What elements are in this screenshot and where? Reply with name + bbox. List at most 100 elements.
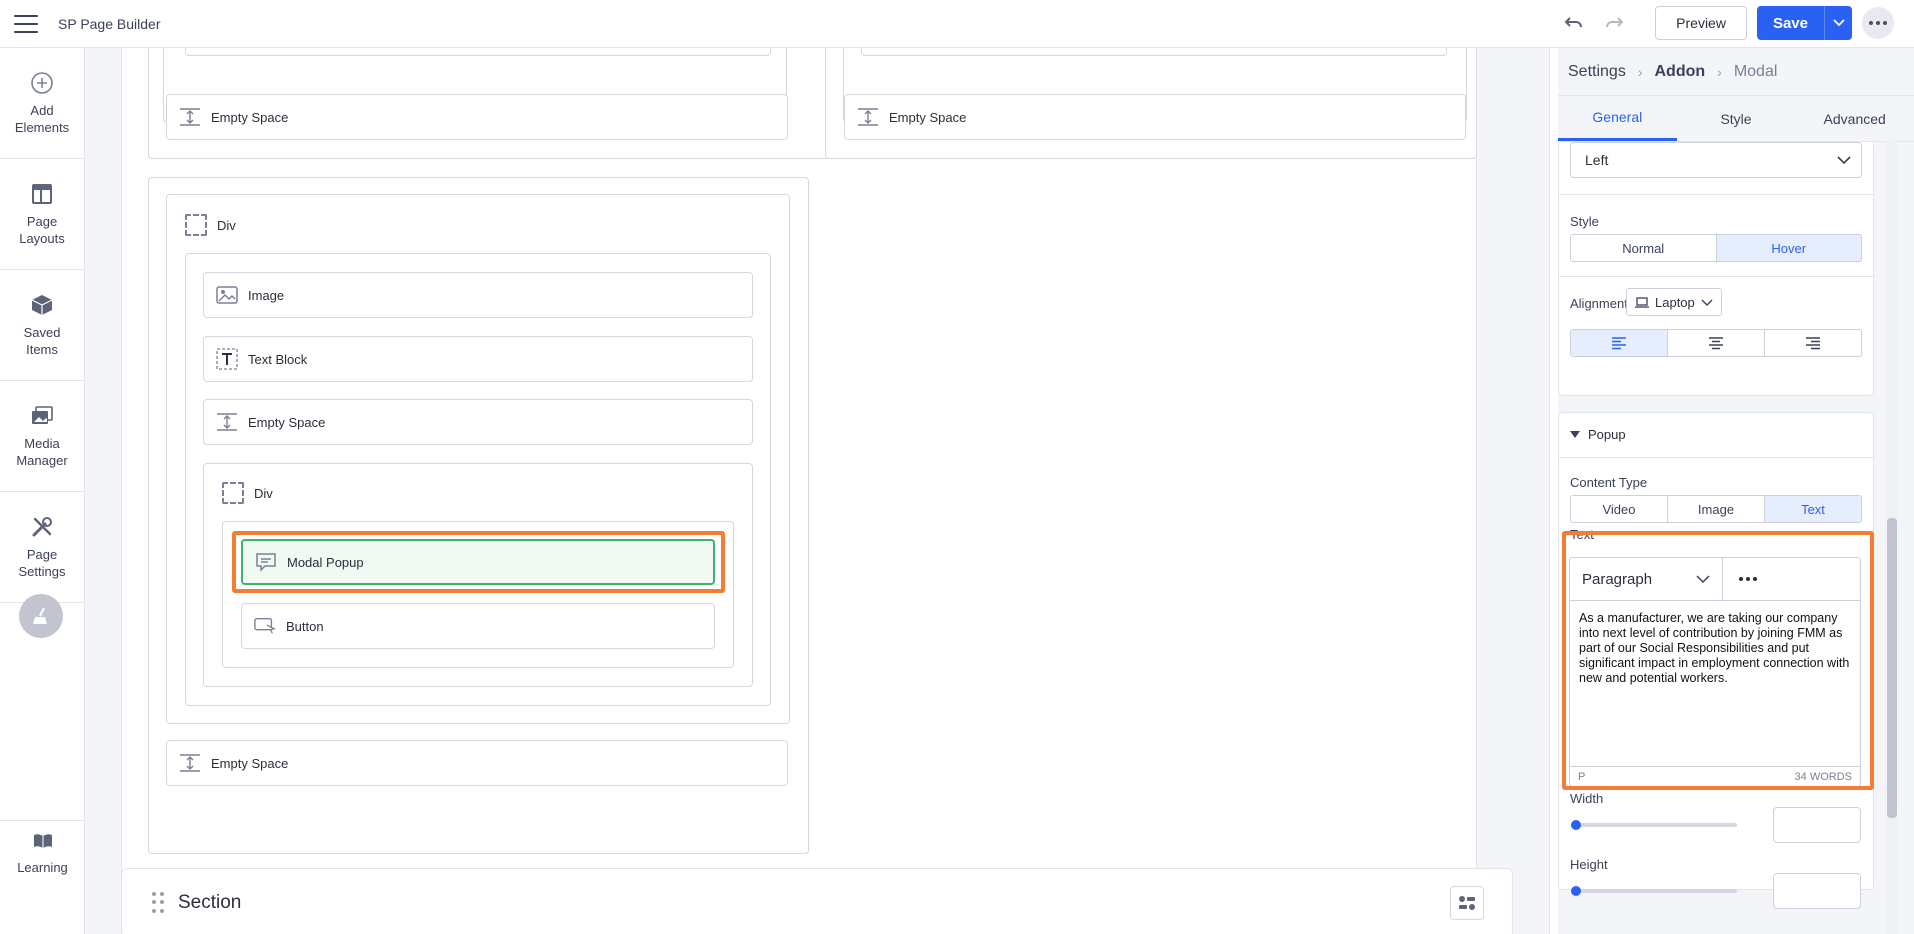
sidebar-item-label: Page Layouts — [19, 214, 65, 246]
modal-popup-icon — [255, 551, 277, 573]
left-sidebar: Add Elements Page Layouts Saved Items Me… — [0, 48, 85, 934]
chevron-down-icon — [1701, 299, 1713, 306]
element-empty-space[interactable]: Empty Space — [203, 399, 753, 445]
breadcrumb: Settings › Addon › Modal — [1558, 48, 1914, 96]
button-settings-card: Left Style Normal Hover Alignment Laptop — [1558, 142, 1875, 396]
content-type-video[interactable]: Video — [1571, 496, 1668, 522]
settings-tabs: General Style Advanced — [1558, 96, 1914, 142]
preview-button[interactable]: Preview — [1655, 6, 1747, 40]
content-type-image[interactable]: Image — [1668, 496, 1765, 522]
height-slider-handle[interactable] — [1571, 886, 1581, 896]
empty-space-icon — [179, 752, 201, 774]
builder-canvas: Empty Space Empty Space Div Image Text B… — [85, 48, 1558, 934]
app-title: SP Page Builder — [58, 15, 161, 32]
style-hover-option[interactable]: Hover — [1716, 235, 1861, 261]
more-options-icon[interactable] — [1862, 7, 1894, 39]
outer-div-label: Div — [185, 214, 236, 236]
plus-circle-icon — [29, 70, 55, 96]
element-empty-space[interactable]: Empty Space — [166, 94, 788, 140]
editor-statusbar: P 34 WORDS — [1570, 766, 1860, 786]
settings-panel: Settings › Addon › Modal General Style A… — [1558, 48, 1914, 934]
content-type-label: Content Type — [1570, 475, 1648, 490]
undo-icon[interactable] — [1563, 12, 1585, 34]
sidebar-item-label: Page Settings — [18, 547, 66, 579]
alignment-toggle — [1570, 329, 1862, 357]
section-settings-icon[interactable] — [1450, 886, 1484, 920]
hamburger-menu-icon[interactable] — [14, 14, 38, 33]
popup-section-toggle[interactable]: Popup — [1570, 427, 1626, 442]
style-label: Style — [1570, 214, 1599, 229]
redo-icon[interactable] — [1603, 12, 1625, 34]
div-dashed-icon — [185, 214, 207, 236]
breadcrumb-settings[interactable]: Settings — [1568, 63, 1626, 81]
section-header[interactable]: Section — [121, 868, 1513, 934]
editor-content[interactable]: As a manufacturer, we are taking our com… — [1570, 601, 1860, 696]
width-input[interactable] — [1773, 807, 1861, 843]
empty-space-icon — [857, 106, 879, 128]
panel-scrollbar-thumb[interactable] — [1887, 518, 1897, 818]
text-block-icon — [216, 348, 238, 370]
editor-tag-path[interactable]: P — [1578, 771, 1585, 783]
book-icon — [33, 833, 53, 852]
align-left-icon[interactable] — [1571, 330, 1668, 356]
empty-space-icon — [179, 106, 201, 128]
sidebar-item-label: Add Elements — [14, 103, 70, 135]
alignment-label: Alignment — [1570, 296, 1628, 311]
text-label: Text — [1570, 527, 1594, 542]
sidebar-item-page-layouts[interactable]: Page Layouts — [0, 159, 84, 270]
sidebar-item-page-settings[interactable]: Page Settings — [0, 492, 84, 603]
align-right-icon[interactable] — [1765, 330, 1861, 356]
style-normal-option[interactable]: Normal — [1571, 235, 1717, 261]
element-label: Text Block — [248, 351, 308, 367]
sidebar-item-label: Saved Items — [23, 325, 61, 357]
cube-icon — [29, 292, 55, 318]
empty-space-icon — [216, 411, 238, 433]
top-bar: SP Page Builder Preview Save — [0, 0, 1914, 48]
sidebar-item-add-elements[interactable]: Add Elements — [0, 48, 84, 159]
editor-word-count: 34 WORDS — [1794, 770, 1852, 783]
sidebar-item-saved-items[interactable]: Saved Items — [0, 270, 84, 381]
tab-advanced[interactable]: Advanced — [1795, 96, 1914, 141]
laptop-icon — [1635, 296, 1649, 308]
height-input[interactable] — [1773, 873, 1861, 909]
section-title: Section — [178, 892, 242, 913]
element-image[interactable]: Image — [203, 272, 753, 318]
device-select[interactable]: Laptop — [1626, 288, 1722, 316]
save-button[interactable]: Save — [1756, 6, 1824, 40]
tab-style[interactable]: Style — [1677, 96, 1796, 141]
position-select[interactable]: Left — [1570, 142, 1862, 178]
image-icon — [216, 284, 238, 306]
width-slider[interactable] — [1571, 820, 1737, 830]
content-type-toggle: Video Image Text — [1570, 495, 1862, 523]
inner-div-label: Div — [222, 482, 273, 504]
div-dashed-icon — [222, 482, 244, 504]
breadcrumb-separator-icon: › — [1717, 63, 1722, 80]
sidebar-item-media-manager[interactable]: Media Manager — [0, 381, 84, 492]
element-label: Empty Space — [889, 109, 967, 125]
element-empty-space[interactable]: Empty Space — [166, 740, 788, 786]
rich-text-editor[interactable]: Paragraph As a manufacturer, we are taki… — [1569, 557, 1861, 787]
align-center-icon[interactable] — [1668, 330, 1765, 356]
tab-general[interactable]: General — [1558, 96, 1677, 141]
sidebar-item-learning[interactable]: Learning — [0, 820, 85, 886]
element-label: Image — [248, 287, 285, 303]
height-label: Height — [1570, 857, 1608, 872]
paragraph-format-select[interactable]: Paragraph — [1570, 558, 1723, 600]
content-type-text[interactable]: Text — [1765, 496, 1861, 522]
height-slider[interactable] — [1571, 886, 1737, 896]
element-label: Empty Space — [211, 755, 289, 771]
more-tools-icon[interactable] — [1723, 558, 1757, 600]
breadcrumb-addon[interactable]: Addon — [1654, 63, 1705, 81]
broom-icon[interactable] — [19, 594, 63, 638]
style-toggle: Normal Hover — [1570, 234, 1862, 262]
drag-handle-icon[interactable] — [152, 892, 164, 914]
save-options-chevron-icon[interactable] — [1824, 6, 1852, 40]
element-empty-space[interactable]: Empty Space — [844, 94, 1466, 140]
element-text-block[interactable]: Text Block — [203, 336, 753, 382]
width-slider-handle[interactable] — [1571, 820, 1581, 830]
button-icon — [254, 615, 276, 637]
element-modal-popup[interactable]: Modal Popup — [241, 539, 715, 585]
element-button[interactable]: Button — [241, 603, 715, 649]
tools-icon — [29, 514, 55, 540]
chevron-down-icon — [1837, 156, 1851, 165]
